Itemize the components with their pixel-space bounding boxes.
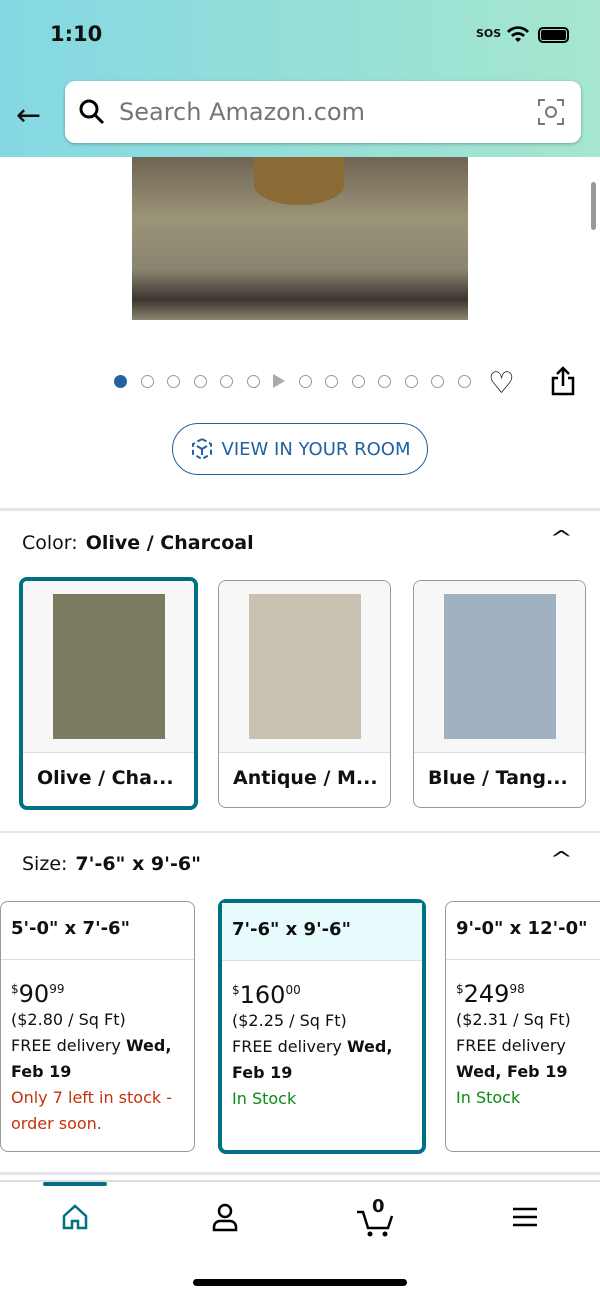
divider xyxy=(0,1172,600,1175)
color-swatch-image xyxy=(23,581,194,753)
size-option[interactable]: 9'-0" x 12'-0" $24998 ($2.31 / Sq Ft) FR… xyxy=(445,901,600,1152)
nav-menu[interactable] xyxy=(505,1202,545,1238)
color-option-label: Blue / Tang... xyxy=(428,767,568,789)
nav-home[interactable] xyxy=(55,1202,95,1238)
color-option[interactable]: Blue / Tang... xyxy=(413,580,586,808)
person-icon xyxy=(212,1203,238,1232)
pagination-dot[interactable] xyxy=(220,374,233,388)
color-swatch-image xyxy=(414,581,585,753)
color-label: Color: Olive / Charcoal xyxy=(22,532,254,554)
size-option-name: 7'-6" x 9'-6" xyxy=(222,903,422,961)
pagination-dot[interactable] xyxy=(298,374,312,388)
chevron-up-icon[interactable]: ^ xyxy=(550,847,573,871)
view-in-your-room-label: VIEW IN YOUR ROOM xyxy=(221,438,411,460)
price: $9099 xyxy=(11,980,65,1008)
color-swatch-image xyxy=(219,581,390,753)
nav-account[interactable] xyxy=(205,1202,245,1238)
divider xyxy=(0,508,600,511)
menu-icon xyxy=(513,1207,537,1227)
3d-cube-icon xyxy=(191,437,212,461)
size-option-name: 5'-0" x 7'-6" xyxy=(1,902,194,960)
size-option-name: 9'-0" x 12'-0" xyxy=(446,902,600,960)
color-option[interactable]: Olive / Cha... xyxy=(19,577,198,810)
size-option[interactable]: 7'-6" x 9'-6" $16000 ($2.25 / Sq Ft) FRE… xyxy=(218,899,426,1154)
status-time: 1:10 xyxy=(50,22,103,46)
image-pagination[interactable] xyxy=(114,374,471,388)
pagination-dot[interactable] xyxy=(140,374,154,388)
size-label: Size: 7'-6" x 9'-6" xyxy=(22,853,201,875)
heart-icon[interactable]: ♡ xyxy=(488,366,515,401)
battery-icon xyxy=(538,27,569,43)
pagination-dot[interactable] xyxy=(167,374,180,388)
pagination-dot[interactable] xyxy=(404,374,418,388)
price-per-sqft: ($2.31 / Sq Ft) xyxy=(456,1010,571,1029)
product-image[interactable] xyxy=(132,150,468,320)
color-option-label: Antique / M... xyxy=(233,767,378,789)
view-in-your-room-button[interactable]: VIEW IN YOUR ROOM xyxy=(172,423,428,475)
pagination-dot[interactable] xyxy=(351,374,365,388)
stock-status: In Stock xyxy=(232,1089,297,1108)
size-option[interactable]: 5'-0" x 7'-6" $9099 ($2.80 / Sq Ft) FREE… xyxy=(0,901,195,1152)
price: $16000 xyxy=(232,981,301,1009)
selected-color: Olive / Charcoal xyxy=(85,532,254,554)
color-option-label: Olive / Cha... xyxy=(37,767,174,789)
search-bar[interactable] xyxy=(65,81,581,143)
price: $24998 xyxy=(456,980,525,1008)
price-per-sqft: ($2.80 / Sq Ft) xyxy=(11,1010,126,1029)
scrollbar[interactable] xyxy=(591,182,596,230)
search-icon xyxy=(79,99,105,125)
divider xyxy=(0,831,600,833)
camera-scan-icon[interactable] xyxy=(537,98,565,126)
search-input[interactable] xyxy=(119,98,519,126)
back-arrow-icon[interactable]: ← xyxy=(16,98,41,133)
header: 1:10 SOS ← xyxy=(0,0,600,157)
color-option[interactable]: Antique / M... xyxy=(218,580,391,808)
delivery-info: FREE delivery Wed, Feb 19 xyxy=(456,1036,568,1081)
stock-status: In Stock xyxy=(456,1088,521,1107)
selected-size: 7'-6" x 9'-6" xyxy=(75,853,201,875)
pagination-dot[interactable] xyxy=(431,374,444,388)
video-dot[interactable] xyxy=(273,374,285,388)
pagination-dot[interactable] xyxy=(457,374,471,388)
active-tab-indicator xyxy=(43,1182,107,1186)
stock-status: Only 7 left in stock - order soon. xyxy=(11,1088,172,1133)
pagination-dot[interactable] xyxy=(325,374,338,388)
cart-count: 0 xyxy=(372,1196,385,1217)
delivery-info: FREE delivery Wed, Feb 19 xyxy=(11,1036,172,1081)
chevron-up-icon[interactable]: ^ xyxy=(550,526,573,550)
sos-indicator: SOS xyxy=(476,27,502,40)
nav-cart[interactable]: 0 xyxy=(355,1196,395,1238)
wifi-icon xyxy=(507,26,529,42)
price-per-sqft: ($2.25 / Sq Ft) xyxy=(232,1011,347,1030)
pagination-dot[interactable] xyxy=(114,374,127,388)
pagination-dot[interactable] xyxy=(378,374,391,388)
home-indicator xyxy=(193,1279,407,1286)
share-icon[interactable] xyxy=(550,366,576,396)
pagination-dot[interactable] xyxy=(246,374,260,388)
pagination-dot[interactable] xyxy=(193,374,207,388)
delivery-info: FREE delivery Wed, Feb 19 xyxy=(232,1037,393,1082)
home-icon xyxy=(62,1204,88,1230)
